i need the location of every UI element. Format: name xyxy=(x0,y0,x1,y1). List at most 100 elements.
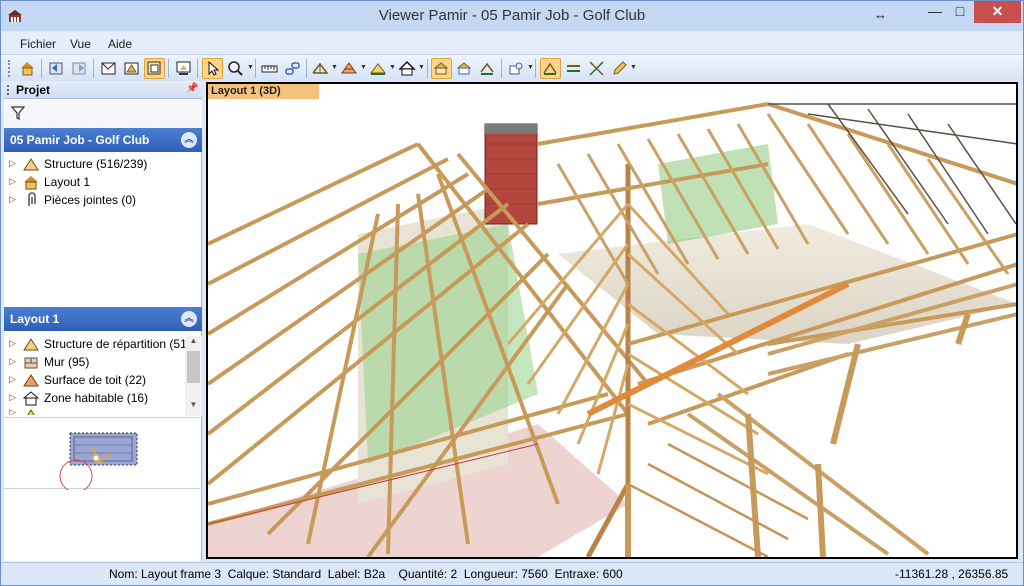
ridge-icon xyxy=(480,62,494,75)
main-toolbar: ▼ ▼ ▼ ▼ ▼ ▼ ▼ xyxy=(1,54,1023,81)
front-view-button[interactable] xyxy=(121,58,142,79)
back-button[interactable] xyxy=(46,58,67,79)
dimension-tool-button[interactable] xyxy=(563,58,584,79)
expand-arrow-icon[interactable]: ▷ xyxy=(9,392,16,403)
structure-3d-button[interactable] xyxy=(431,58,452,79)
forward-button[interactable] xyxy=(69,58,90,79)
scroll-down-arrow-icon[interactable]: ▼ xyxy=(185,400,202,414)
explode-view-button[interactable] xyxy=(454,58,475,79)
truss-icon xyxy=(27,409,35,415)
roof-surface-button[interactable] xyxy=(339,58,360,79)
panel-grip[interactable] xyxy=(7,85,9,95)
tree-scrollbar[interactable]: ▲ ▼ xyxy=(185,336,202,416)
menu-aide[interactable]: Aide xyxy=(108,37,132,51)
title-bar: Viewer Pamir - 05 Pamir Job - Golf Club … xyxy=(1,1,1023,31)
truss-icon xyxy=(23,338,39,351)
3d-viewport[interactable]: Layout 1 (3D) xyxy=(206,82,1018,559)
section-truss-icon xyxy=(543,62,557,75)
status-selection-info: Nom: Layout frame 3 Calque: Standard Lab… xyxy=(109,567,623,581)
paperclip-icon xyxy=(28,192,36,206)
tree-item-wall[interactable]: ▷ Mur (95) xyxy=(4,353,186,371)
tree-item-distribution-structure[interactable]: ▷ Structure de répartition (516/ xyxy=(4,335,186,353)
roof-dropdown-chevron-icon[interactable]: ▼ xyxy=(360,64,367,71)
expand-arrow-icon[interactable]: ▷ xyxy=(9,374,16,385)
menu-fichier[interactable]: Fichier xyxy=(20,37,56,51)
viewport-tab-label[interactable]: Layout 1 (3D) xyxy=(208,84,319,99)
chain-link-icon xyxy=(285,62,300,75)
dimension-line-icon xyxy=(567,65,580,72)
job-section-header[interactable]: 05 Pamir Job - Golf Club ︽ xyxy=(4,128,202,152)
cube-view-icon xyxy=(147,61,161,75)
filter-bar xyxy=(4,100,202,128)
house-outline-icon xyxy=(23,391,39,406)
ridge-tool-button[interactable] xyxy=(477,58,498,79)
wall-truss-icon xyxy=(370,63,387,75)
maximize-button[interactable]: □ xyxy=(947,1,973,23)
truss-icon xyxy=(23,158,39,171)
pencil-icon xyxy=(613,61,627,75)
scroll-thumb[interactable] xyxy=(187,351,200,383)
expand-arrow-icon[interactable]: ▷ xyxy=(9,158,16,169)
toolbar-grip[interactable] xyxy=(8,60,11,77)
top-view-button[interactable] xyxy=(98,58,119,79)
select-tool-button[interactable] xyxy=(202,58,223,79)
cross-tool-button[interactable] xyxy=(586,58,607,79)
section-tool-button[interactable] xyxy=(540,58,561,79)
monitor-icon xyxy=(176,61,191,75)
pin-icon[interactable]: 📌 xyxy=(186,83,198,94)
expand-arrow-icon[interactable]: ▷ xyxy=(9,194,16,205)
collapse-chevron-icon[interactable]: ︽ xyxy=(181,132,197,148)
truss-display-button[interactable] xyxy=(310,58,331,79)
layers-tool-button[interactable] xyxy=(506,58,527,79)
3d-view-button[interactable] xyxy=(144,58,165,79)
home-view-button[interactable] xyxy=(17,58,38,79)
habitable-zone-button[interactable] xyxy=(397,58,418,79)
minimize-button[interactable]: — xyxy=(923,1,947,23)
link-tool-button[interactable] xyxy=(282,58,303,79)
home-icon xyxy=(21,62,34,76)
window-title: Viewer Pamir - 05 Pamir Job - Golf Club xyxy=(378,7,646,24)
roof-surface-icon xyxy=(341,62,357,74)
tree-item-partial: ▷ xyxy=(4,407,186,415)
menu-vue[interactable]: Vue xyxy=(70,37,91,51)
minimap-preview[interactable] xyxy=(4,417,200,493)
layers-icon xyxy=(509,62,523,75)
edit-dropdown-chevron-icon[interactable]: ▼ xyxy=(630,64,637,71)
filter-icon[interactable] xyxy=(11,106,25,120)
3d-roof-model[interactable] xyxy=(208,84,1016,557)
wall-dropdown-chevron-icon[interactable]: ▼ xyxy=(389,64,396,71)
zone-dropdown-chevron-icon[interactable]: ▼ xyxy=(418,64,425,71)
cursor-coordinates: -11361.28 , 26356.85 xyxy=(895,567,1009,581)
scroll-up-arrow-icon[interactable]: ▲ xyxy=(185,336,202,350)
ruler-icon xyxy=(261,65,278,73)
collapse-chevron-icon[interactable]: ︽ xyxy=(181,311,197,327)
house-icon xyxy=(24,176,38,190)
print-layout-button[interactable] xyxy=(173,58,194,79)
zoom-tool-button[interactable] xyxy=(225,58,246,79)
measure-tool-button[interactable] xyxy=(259,58,280,79)
truss-dropdown-chevron-icon[interactable]: ▼ xyxy=(331,64,338,71)
layout-section-header[interactable]: Layout 1 ︽ xyxy=(4,307,202,331)
cursor-icon xyxy=(208,61,220,76)
wall-icon xyxy=(24,357,38,369)
resize-arrows-icon[interactable]: ↔ xyxy=(874,7,887,22)
layers-dropdown-chevron-icon[interactable]: ▼ xyxy=(527,64,534,71)
structure-3d-icon xyxy=(434,62,449,75)
wall-display-button[interactable] xyxy=(368,58,389,79)
expand-arrow-icon[interactable]: ▷ xyxy=(9,338,16,349)
status-bar: Nom: Layout frame 3 Calque: Standard Lab… xyxy=(1,562,1023,585)
minimap-drawing xyxy=(59,432,138,493)
tree-item-layout[interactable]: ▷ Layout 1 xyxy=(4,173,186,191)
tree-item-roof-surface[interactable]: ▷ Surface de toit (22) xyxy=(4,371,186,389)
envelope-view-icon xyxy=(101,62,116,75)
edit-tool-button[interactable] xyxy=(609,58,630,79)
tree-item-habitable-zone[interactable]: ▷ Zone habitable (16) xyxy=(4,389,186,407)
zoom-dropdown-chevron-icon[interactable]: ▼ xyxy=(247,64,254,71)
roof-surface-icon xyxy=(23,374,39,387)
expand-arrow-icon[interactable]: ▷ xyxy=(9,176,16,187)
tree-item-attachments[interactable]: ▷ Pièces jointes (0) xyxy=(4,191,186,209)
back-arrow-icon xyxy=(49,62,63,75)
tree-item-structure[interactable]: ▷ Structure (516/239) xyxy=(4,155,186,173)
close-button[interactable]: ✕ xyxy=(974,1,1021,23)
expand-arrow-icon[interactable]: ▷ xyxy=(9,356,16,367)
